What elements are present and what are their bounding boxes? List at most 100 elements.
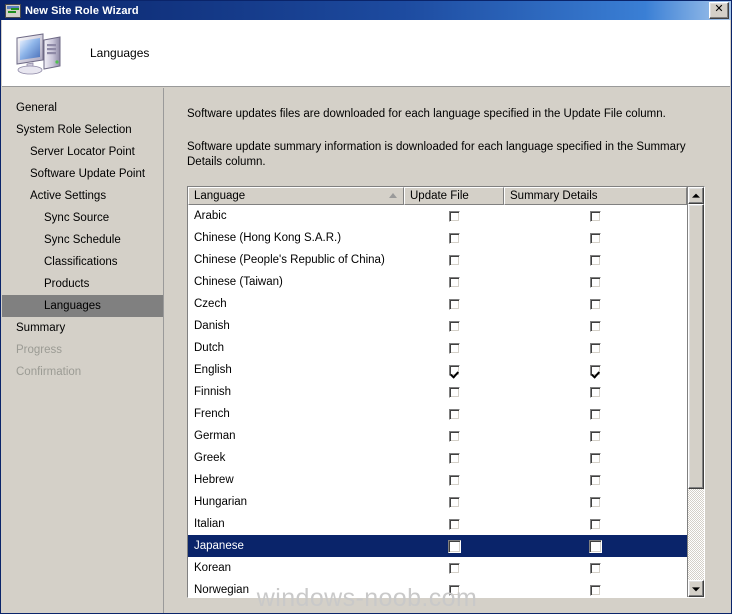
cell-c-sum[interactable] xyxy=(504,539,687,553)
cell-c-upd[interactable] xyxy=(404,232,504,244)
table-row[interactable]: Japanese xyxy=(188,535,687,557)
cell-c-sum[interactable] xyxy=(504,452,687,464)
checkbox-update-file[interactable] xyxy=(448,342,460,354)
cell-c-upd[interactable] xyxy=(404,364,504,376)
cell-c-upd[interactable] xyxy=(404,386,504,398)
checkbox-summary-details[interactable] xyxy=(590,496,601,508)
sidebar-item-summary[interactable]: Summary xyxy=(2,317,163,339)
table-row[interactable]: French xyxy=(188,403,687,425)
cell-c-upd[interactable] xyxy=(404,452,504,464)
table-row[interactable]: Dutch xyxy=(188,337,687,359)
languages-vertical-scrollbar[interactable] xyxy=(687,187,704,597)
cell-c-upd[interactable] xyxy=(404,298,504,310)
checkbox-update-file[interactable] xyxy=(448,254,460,266)
checkbox-summary-details[interactable] xyxy=(590,474,601,486)
table-row[interactable]: Hebrew xyxy=(188,469,687,491)
checkbox-update-file[interactable] xyxy=(448,496,460,508)
sidebar-item-sync-source[interactable]: Sync Source xyxy=(2,207,163,229)
cell-c-sum[interactable] xyxy=(504,364,687,376)
checkbox-summary-details[interactable] xyxy=(590,430,601,442)
checkbox-update-file[interactable] xyxy=(448,320,460,332)
checkbox-summary-details[interactable] xyxy=(590,298,601,310)
column-header-summary-details[interactable]: Summary Details xyxy=(504,187,687,205)
cell-c-sum[interactable] xyxy=(504,430,687,442)
cell-c-sum[interactable] xyxy=(504,474,687,486)
cell-c-upd[interactable] xyxy=(404,562,504,574)
checkbox-update-file[interactable] xyxy=(448,474,460,486)
cell-c-sum[interactable] xyxy=(504,320,687,332)
table-row[interactable]: Korean xyxy=(188,557,687,579)
checkbox-summary-details[interactable] xyxy=(590,342,601,354)
cell-c-sum[interactable] xyxy=(504,276,687,288)
cell-c-sum[interactable] xyxy=(504,210,687,222)
checkbox-update-file[interactable] xyxy=(448,276,460,288)
table-row[interactable]: English xyxy=(188,359,687,381)
checkbox-summary-details[interactable] xyxy=(590,562,601,574)
sidebar-item-general[interactable]: General xyxy=(2,97,163,119)
checkbox-summary-details[interactable] xyxy=(590,518,601,530)
table-row[interactable]: Hungarian xyxy=(188,491,687,513)
checkbox-update-file[interactable] xyxy=(448,562,460,574)
sidebar-item-classifications[interactable]: Classifications xyxy=(2,251,163,273)
table-row[interactable]: Chinese (Taiwan) xyxy=(188,271,687,293)
sidebar-item-system-role-selection[interactable]: System Role Selection xyxy=(2,119,163,141)
table-row[interactable]: Norwegian xyxy=(188,579,687,597)
languages-listview[interactable]: Language Update File Summary Details Ara… xyxy=(187,186,705,598)
sidebar-item-products[interactable]: Products xyxy=(2,273,163,295)
cell-c-upd[interactable] xyxy=(404,539,504,553)
cell-c-upd[interactable] xyxy=(404,276,504,288)
cell-c-sum[interactable] xyxy=(504,298,687,310)
cell-c-upd[interactable] xyxy=(404,320,504,332)
checkbox-update-file[interactable] xyxy=(448,584,460,596)
table-row[interactable]: Chinese (People's Republic of China) xyxy=(188,249,687,271)
checkbox-summary-details[interactable] xyxy=(590,452,601,464)
cell-c-upd[interactable] xyxy=(404,342,504,354)
column-header-update-file[interactable]: Update File xyxy=(404,187,504,205)
table-row[interactable]: Chinese (Hong Kong S.A.R.) xyxy=(188,227,687,249)
checkbox-summary-details[interactable] xyxy=(590,386,601,398)
close-button[interactable]: ✕ xyxy=(709,2,729,19)
checkbox-summary-details[interactable] xyxy=(590,364,601,376)
checkbox-summary-details[interactable] xyxy=(589,539,602,553)
cell-c-sum[interactable] xyxy=(504,584,687,596)
checkbox-summary-details[interactable] xyxy=(590,254,601,266)
checkbox-summary-details[interactable] xyxy=(590,320,601,332)
title-bar[interactable]: New Site Role Wizard ✕ xyxy=(1,1,731,20)
checkbox-summary-details[interactable] xyxy=(590,584,601,596)
checkbox-summary-details[interactable] xyxy=(590,232,601,244)
cell-c-sum[interactable] xyxy=(504,496,687,508)
cell-c-sum[interactable] xyxy=(504,386,687,398)
checkbox-summary-details[interactable] xyxy=(590,408,601,420)
table-row[interactable]: Danish xyxy=(188,315,687,337)
table-row[interactable]: Czech xyxy=(188,293,687,315)
sidebar-item-software-update-point[interactable]: Software Update Point xyxy=(2,163,163,185)
checkbox-update-file[interactable] xyxy=(448,452,460,464)
cell-c-sum[interactable] xyxy=(504,562,687,574)
sidebar-item-languages[interactable]: Languages xyxy=(2,295,163,317)
cell-c-upd[interactable] xyxy=(404,584,504,596)
checkbox-update-file[interactable] xyxy=(448,430,460,442)
cell-c-sum[interactable] xyxy=(504,408,687,420)
cell-c-sum[interactable] xyxy=(504,342,687,354)
cell-c-upd[interactable] xyxy=(404,408,504,420)
cell-c-upd[interactable] xyxy=(404,210,504,222)
scroll-down-button[interactable] xyxy=(688,580,704,597)
scrollbar-track[interactable] xyxy=(688,204,704,580)
checkbox-update-file[interactable] xyxy=(448,364,460,376)
cell-c-upd[interactable] xyxy=(404,474,504,486)
sidebar-item-sync-schedule[interactable]: Sync Schedule xyxy=(2,229,163,251)
table-row[interactable]: Arabic xyxy=(188,205,687,227)
cell-c-upd[interactable] xyxy=(404,254,504,266)
table-row[interactable]: German xyxy=(188,425,687,447)
cell-c-upd[interactable] xyxy=(404,518,504,530)
checkbox-update-file[interactable] xyxy=(448,408,460,420)
sidebar-item-active-settings[interactable]: Active Settings xyxy=(2,185,163,207)
cell-c-sum[interactable] xyxy=(504,254,687,266)
checkbox-update-file[interactable] xyxy=(447,539,461,553)
cell-c-upd[interactable] xyxy=(404,430,504,442)
checkbox-update-file[interactable] xyxy=(448,232,460,244)
checkbox-update-file[interactable] xyxy=(448,298,460,310)
cell-c-upd[interactable] xyxy=(404,496,504,508)
checkbox-update-file[interactable] xyxy=(448,518,460,530)
table-row[interactable]: Finnish xyxy=(188,381,687,403)
